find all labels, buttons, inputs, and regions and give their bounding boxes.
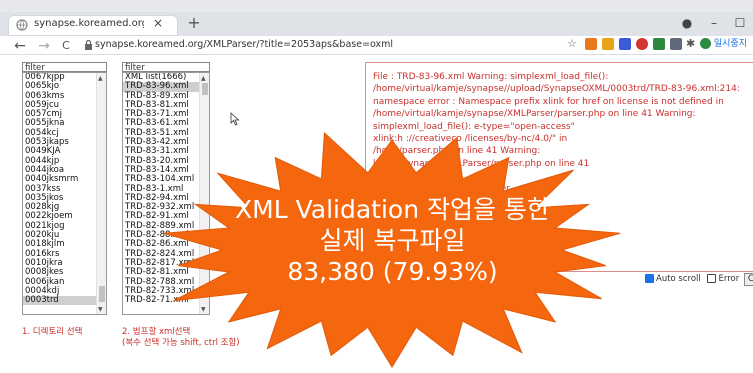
- mouse-cursor-icon: [230, 112, 240, 126]
- tab-close-icon[interactable]: ×: [152, 17, 164, 29]
- back-button[interactable]: ←: [12, 38, 28, 54]
- log-controls: Auto scroll Error Cle: [645, 273, 753, 286]
- directory-filter-input[interactable]: filter: [22, 62, 107, 73]
- profile-button[interactable]: 일시중지: [700, 36, 753, 52]
- maximize-button[interactable]: ☐: [733, 16, 747, 30]
- callout-line-2: 실제 복구파일: [319, 226, 466, 255]
- auto-scroll-label: Auto scroll: [656, 274, 701, 284]
- directory-scrollbar[interactable]: ▲ ▼: [96, 73, 106, 314]
- error-label: Error: [718, 274, 740, 284]
- browser-tab[interactable]: synapse.koreamed.org/x ×: [8, 15, 178, 36]
- extension-icon-4[interactable]: [636, 38, 648, 50]
- callout-line-1: XML Validation 작업을 통한: [235, 195, 550, 224]
- auto-scroll-checkbox[interactable]: [645, 274, 654, 283]
- reload-button[interactable]: C: [58, 38, 74, 54]
- forward-button[interactable]: →: [36, 38, 52, 54]
- xml-filter-input[interactable]: filter: [122, 62, 210, 73]
- extension-icon-2[interactable]: [602, 38, 614, 50]
- directory-listbox[interactable]: 0067kjpp 0065kjo 0063kms 0059jcu 0057cmj 0055…: [22, 72, 107, 315]
- error-checkbox[interactable]: [707, 274, 717, 283]
- minimize-button[interactable]: –: [707, 16, 721, 30]
- scroll-up-icon[interactable]: ▲: [201, 74, 206, 83]
- record-indicator-icon: ●: [681, 16, 693, 30]
- extension-icon-3[interactable]: [619, 38, 631, 50]
- directory-option[interactable]: 0003trd: [23, 295, 106, 306]
- scroll-down-icon[interactable]: ▼: [98, 305, 103, 314]
- bookmark-star-icon[interactable]: ☆: [567, 38, 579, 50]
- extension-icon-6[interactable]: [670, 38, 682, 50]
- extensions-puzzle-icon[interactable]: ✱: [686, 38, 698, 50]
- callout-line-3: 83,380 (79.93%): [287, 257, 498, 286]
- page-favicon-icon: [16, 19, 28, 31]
- lock-icon: [85, 40, 92, 50]
- directory-caption: 1. 디렉토리 선택: [22, 327, 83, 337]
- directory-scroll-thumb[interactable]: [99, 286, 105, 302]
- profile-label: 일시중지: [713, 39, 747, 49]
- clear-button[interactable]: Cle: [743, 273, 753, 286]
- extension-icon-1[interactable]: [585, 38, 597, 50]
- address-bar[interactable]: synapse.koreamed.org/XMLParser/?title=20…: [95, 39, 455, 53]
- xml-scroll-thumb[interactable]: [202, 83, 208, 95]
- scroll-up-icon[interactable]: ▲: [98, 74, 103, 83]
- extension-icon-5[interactable]: [653, 38, 665, 50]
- tab-title: synapse.koreamed.org/x: [34, 18, 144, 29]
- callout-text: XML Validation 작업을 통한 실제 복구파일 83,380 (79…: [150, 194, 635, 287]
- new-tab-button[interactable]: +: [186, 15, 202, 31]
